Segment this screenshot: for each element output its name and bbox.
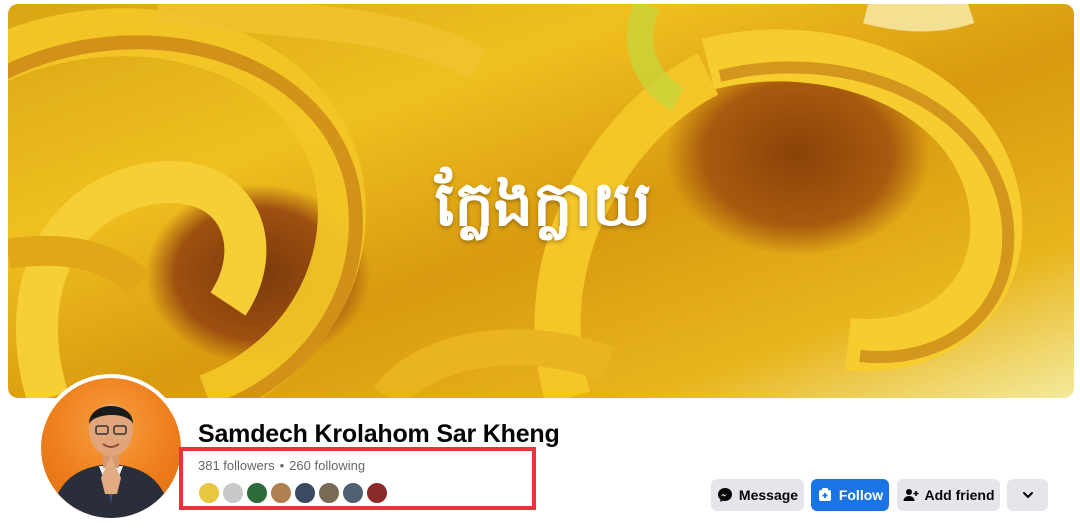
follow-label: Follow	[838, 487, 884, 503]
cover-overlay-text: ក្លែងក្លាយ	[434, 167, 652, 240]
chevron-down-icon	[1022, 492, 1033, 498]
follow-button[interactable]: Follow	[811, 479, 889, 511]
more-options-button[interactable]	[1007, 479, 1048, 511]
profile-avatar[interactable]	[37, 374, 185, 522]
follow-icon	[818, 488, 831, 501]
messenger-icon	[717, 488, 732, 502]
add-friend-label: Add friend	[924, 487, 995, 503]
message-button[interactable]: Message	[711, 479, 804, 511]
add-friend-button[interactable]: Add friend	[897, 479, 1000, 511]
message-label: Message	[738, 487, 799, 503]
add-friend-icon	[903, 489, 918, 501]
avatar-photo	[41, 378, 181, 518]
red-highlight-box	[179, 447, 536, 510]
cover-photo[interactable]: ក្លែងក្លាយ	[8, 4, 1074, 398]
page-title: Samdech Krolahom Sar Kheng	[198, 420, 560, 448]
